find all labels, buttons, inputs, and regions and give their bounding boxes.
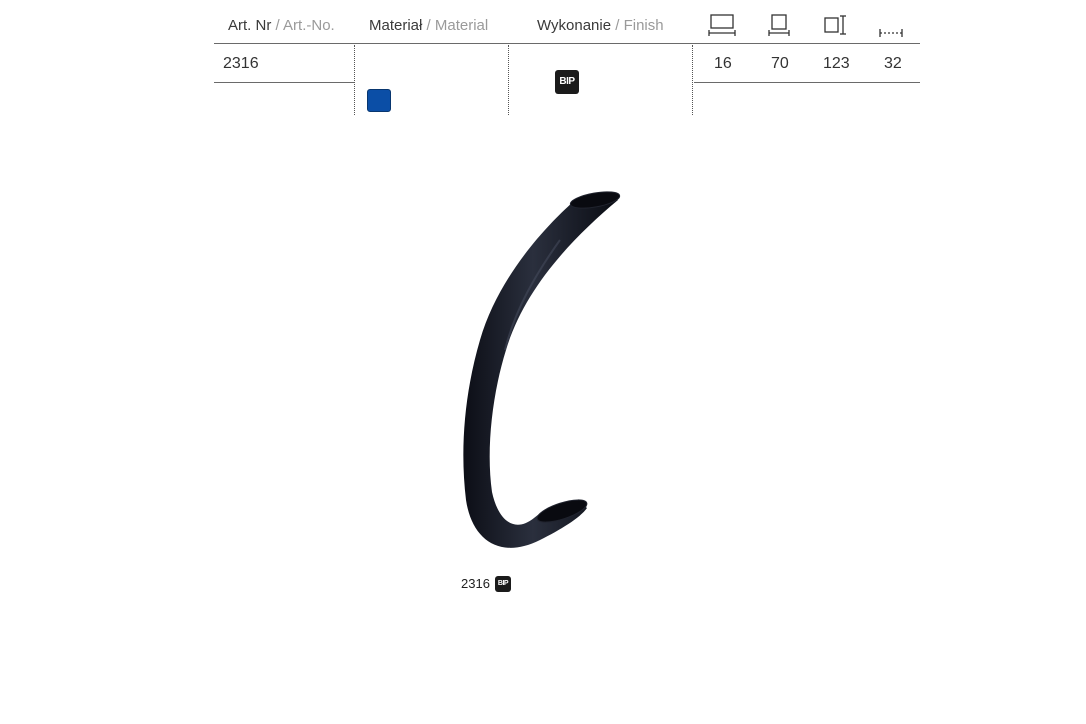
header-art-no: Art. Nr / Art.-No. (228, 17, 335, 34)
dimension-2-value: 70 (771, 55, 789, 72)
art-no-row-divider (214, 82, 355, 83)
header-material-en: Material (434, 17, 489, 34)
dimension-4-value: 32 (884, 55, 902, 72)
header-material: Materiał / Material (369, 17, 488, 34)
header-art-no-pl: Art. Nr (228, 17, 272, 34)
header-finish: Wykonanie / Finish (537, 17, 664, 34)
art-no-value: 2316 (223, 55, 259, 72)
header-art-no-en: Art.-No. (283, 17, 335, 34)
dimension-3-value: 123 (823, 55, 850, 72)
depth-icon (768, 14, 790, 36)
hook-product-image (463, 191, 621, 548)
caption-finish-badge: BIP (495, 576, 511, 592)
width-icon (708, 14, 736, 36)
height-icon (824, 15, 846, 35)
header-finish-pl: Wykonanie (537, 17, 612, 34)
header-finish-sep: / (611, 17, 624, 34)
finish-badge: BIP (555, 70, 579, 94)
spacing-icon (879, 29, 903, 37)
header-material-pl: Materiał (369, 17, 423, 34)
column-separator (508, 45, 509, 115)
column-separator (354, 45, 355, 115)
column-separator (692, 45, 693, 115)
material-swatch (367, 89, 391, 112)
header-material-sep: / (422, 17, 435, 34)
product-caption: 2316 (461, 576, 490, 591)
dimensions-row-divider (694, 82, 920, 83)
header-divider (214, 43, 920, 44)
header-art-no-sep: / (271, 17, 284, 34)
caption-art-no: 2316 (461, 576, 490, 591)
dimension-1-value: 16 (714, 55, 732, 72)
header-finish-en: Finish (623, 17, 664, 34)
